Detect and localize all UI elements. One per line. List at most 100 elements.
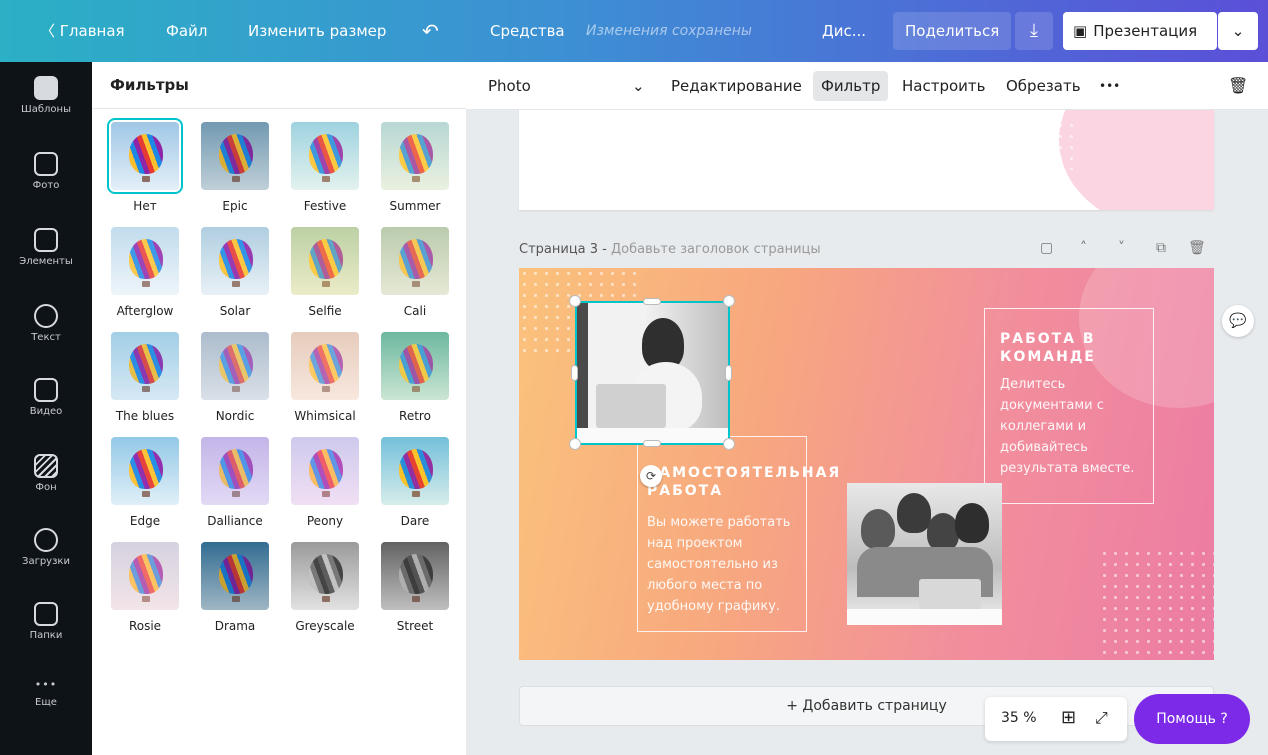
page-3-header[interactable]: Страница 3 - Добавьте заголовок страницы	[519, 242, 821, 257]
rail-item-more[interactable]: ••• Еще	[0, 678, 92, 708]
chevron-up-icon[interactable]: ˄	[1080, 240, 1087, 256]
more-icon[interactable]: •••	[1099, 62, 1120, 110]
resize-menu[interactable]: Изменить размер	[248, 0, 386, 62]
page-3-canvas[interactable]: САМОСТОЯТЕЛЬНАЯ РАБОТА Вы можете работат…	[519, 268, 1214, 660]
filter-thumbnail[interactable]	[381, 122, 449, 190]
filter-option[interactable]: Drama	[201, 542, 269, 633]
filter-thumbnail[interactable]	[291, 332, 359, 400]
filter-option[interactable]: Selfie	[291, 227, 359, 318]
resize-handle[interactable]	[571, 365, 578, 381]
filter-thumbnail[interactable]	[111, 332, 179, 400]
filter-option[interactable]: Peony	[291, 437, 359, 528]
filter-thumbnail[interactable]	[201, 542, 269, 610]
rail-item-elements[interactable]: Элементы	[0, 228, 92, 267]
rail-item-background[interactable]: Фон	[0, 454, 92, 493]
edit-tab[interactable]: Редактирование	[671, 62, 802, 110]
filter-option[interactable]: Dare	[381, 437, 449, 528]
card-right-text[interactable]: Делитесь документами с коллегами и добив…	[1000, 374, 1150, 479]
fullscreen-icon[interactable]: ⤢	[1095, 708, 1108, 728]
filter-option[interactable]: Edge	[111, 437, 179, 528]
resize-handle[interactable]	[725, 365, 732, 381]
chevron-down-icon[interactable]: ˅	[1118, 240, 1125, 256]
share-button[interactable]: Поделиться	[893, 12, 1012, 50]
filter-thumbnail[interactable]	[111, 542, 179, 610]
filter-thumbnail[interactable]	[201, 122, 269, 190]
help-button[interactable]: Помощь ?	[1134, 694, 1250, 744]
file-menu[interactable]: Файл	[166, 0, 207, 62]
page-title-input[interactable]: Добавьте заголовок страницы	[611, 242, 821, 257]
filter-thumbnail[interactable]	[111, 437, 179, 505]
filter-thumbnail[interactable]	[291, 542, 359, 610]
home-link[interactable]: 〈 Главная	[40, 0, 125, 62]
filter-thumbnail[interactable]	[201, 227, 269, 295]
filter-option[interactable]: Nordic	[201, 332, 269, 423]
chevron-down-icon[interactable]: ⌄	[1218, 12, 1258, 50]
filter-thumbnail[interactable]	[291, 122, 359, 190]
chevron-down-icon[interactable]: ⌄	[632, 62, 645, 110]
card-left-title[interactable]: САМОСТОЯТЕЛЬНАЯ РАБОТА	[647, 464, 839, 500]
filter-thumbnail[interactable]	[381, 332, 449, 400]
rail-item-uploads[interactable]: Загрузки	[0, 528, 92, 567]
filter-option[interactable]: The blues	[111, 332, 179, 423]
filter-thumbnail[interactable]	[111, 227, 179, 295]
tools-menu[interactable]: Средства	[490, 0, 565, 62]
filter-thumbnail[interactable]	[381, 542, 449, 610]
filter-option[interactable]: Whimsical	[291, 332, 359, 423]
undo-icon[interactable]: ↶	[422, 0, 439, 62]
resize-handle[interactable]	[643, 298, 661, 305]
resize-handle[interactable]	[569, 295, 581, 307]
filter-option[interactable]: Dalliance	[201, 437, 269, 528]
filter-label: Summer	[389, 199, 441, 213]
filter-tint	[111, 542, 179, 610]
filter-option[interactable]: Epic	[201, 122, 269, 213]
adjust-tab[interactable]: Настроить	[902, 62, 985, 110]
filter-thumbnail[interactable]	[201, 437, 269, 505]
note-icon[interactable]: ▢	[1040, 240, 1053, 256]
comment-icon[interactable]: 💬	[1222, 305, 1254, 337]
grid-view-icon[interactable]: ⊞	[1061, 707, 1076, 728]
filter-thumbnail[interactable]	[291, 227, 359, 295]
present-button[interactable]: ▣ Презентация	[1063, 12, 1217, 50]
resize-handle[interactable]	[569, 438, 581, 450]
page-2-canvas[interactable]	[519, 110, 1214, 210]
filter-option[interactable]: Retro	[381, 332, 449, 423]
card-left-text[interactable]: Вы можете работать над проектом самостоя…	[647, 512, 807, 617]
filter-thumbnail[interactable]	[107, 118, 183, 194]
decor-blob	[1059, 110, 1214, 210]
filter-option[interactable]: Greyscale	[291, 542, 359, 633]
filter-label: Cali	[403, 304, 427, 318]
delete-icon[interactable]: 🗑	[1188, 240, 1206, 256]
copy-icon[interactable]: ⧉	[1156, 240, 1166, 256]
delete-icon[interactable]: 🗑	[1228, 62, 1248, 110]
filter-tint	[291, 332, 359, 400]
filter-thumbnail[interactable]	[291, 437, 359, 505]
zoom-level[interactable]: 35 %	[1001, 710, 1037, 726]
filter-option[interactable]: Street	[381, 542, 449, 633]
rail-item-text[interactable]: Текст	[0, 304, 92, 343]
download-icon[interactable]: ⤓	[1015, 12, 1053, 50]
rotate-icon[interactable]: ⟳	[640, 465, 662, 487]
rail-item-templates[interactable]: Шаблоны	[0, 76, 92, 115]
filter-option[interactable]: Afterglow	[111, 227, 179, 318]
filter-tab[interactable]: Фильтр	[813, 71, 889, 101]
filter-option[interactable]: Summer	[381, 122, 449, 213]
resize-handle[interactable]	[723, 295, 735, 307]
element-type-select[interactable]: Photo	[488, 62, 531, 110]
card-right-title[interactable]: РАБОТА В КОМАНДЕ	[1000, 330, 1140, 366]
rail-item-video[interactable]: Видео	[0, 378, 92, 417]
resize-handle[interactable]	[643, 440, 661, 447]
team-photo[interactable]	[847, 483, 1002, 625]
design-title[interactable]: Дис...	[822, 0, 866, 62]
resize-handle[interactable]	[723, 438, 735, 450]
filter-option[interactable]: Нет	[107, 118, 183, 213]
filter-option[interactable]: Festive	[291, 122, 359, 213]
rail-item-folders[interactable]: Папки	[0, 602, 92, 641]
filter-thumbnail[interactable]	[201, 332, 269, 400]
filter-option[interactable]: Solar	[201, 227, 269, 318]
filter-option[interactable]: Rosie	[111, 542, 179, 633]
crop-tab[interactable]: Обрезать	[1006, 62, 1081, 110]
rail-item-photo[interactable]: Фото	[0, 152, 92, 191]
filter-thumbnail[interactable]	[381, 437, 449, 505]
filter-thumbnail[interactable]	[381, 227, 449, 295]
filter-option[interactable]: Cali	[381, 227, 449, 318]
